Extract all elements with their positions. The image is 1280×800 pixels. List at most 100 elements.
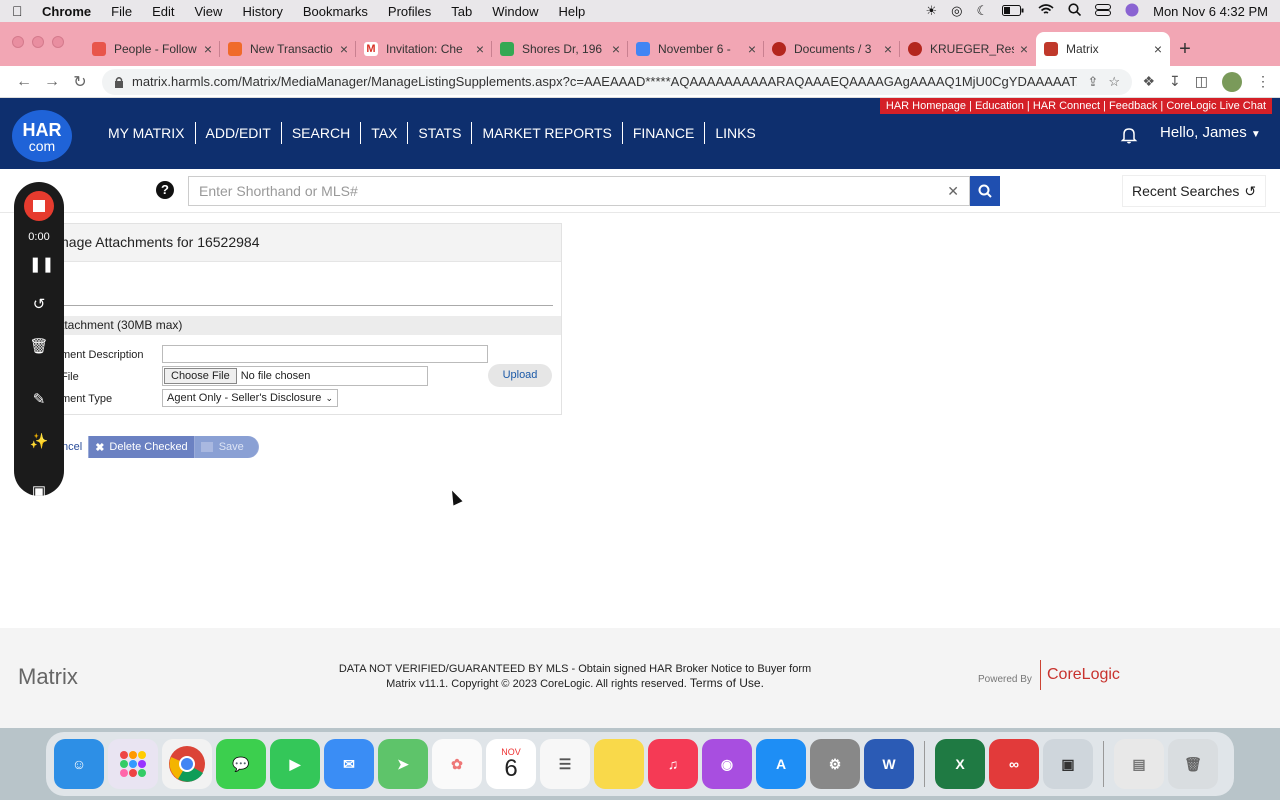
notes-icon[interactable] (594, 739, 644, 789)
notification-bell-icon[interactable] (1120, 126, 1138, 144)
choose-file-button[interactable]: Choose File (164, 368, 237, 384)
reminders-icon[interactable]: ☰ (540, 739, 590, 789)
trash-can-icon[interactable]: 🗑 (1168, 739, 1218, 789)
shorthand-search-input[interactable]: Enter Shorthand or MLS# ✕ (188, 176, 970, 206)
reload-icon[interactable]: ↻ (66, 72, 94, 92)
search-icon[interactable] (1068, 3, 1082, 19)
camera-icon[interactable]: ▣ (29, 482, 49, 502)
side-panel-icon[interactable]: ◫ (1195, 73, 1208, 90)
app-store-icon[interactable]: A (756, 739, 806, 789)
excel-icon[interactable]: X (935, 739, 985, 789)
clock-text[interactable]: Mon Nov 6 4:32 PM (1153, 4, 1268, 19)
tab-krueger[interactable]: KRUEGER_Res × (900, 32, 1036, 66)
file-input[interactable]: Choose File No file chosen (162, 366, 428, 386)
chrome-menu-icon[interactable]: ⋮ (1256, 73, 1270, 90)
profile-avatar[interactable] (1222, 71, 1242, 92)
save-button[interactable]: Save (194, 436, 259, 458)
tab-documents[interactable]: Documents / 3 × (764, 32, 900, 66)
nav-my-matrix[interactable]: MY MATRIX (98, 122, 196, 144)
messages-icon[interactable]: 💬 (216, 739, 266, 789)
calendar-icon[interactable]: NOV 6 (486, 739, 536, 789)
nav-tax[interactable]: TAX (361, 122, 409, 144)
tab-new-transaction[interactable]: New Transactio × (220, 32, 356, 66)
menu-profiles[interactable]: Profiles (388, 4, 431, 19)
extensions-icon[interactable]: ❖ (1142, 73, 1155, 90)
preview-icon[interactable]: ▣ (1043, 739, 1093, 789)
podcasts-icon[interactable]: ◉ (702, 739, 752, 789)
terms-of-use-link[interactable]: Terms of Use. (690, 676, 764, 690)
menu-window[interactable]: Window (492, 4, 538, 19)
nav-finance[interactable]: FINANCE (623, 122, 706, 144)
word-icon[interactable]: W (864, 739, 914, 789)
menu-help[interactable]: Help (559, 4, 586, 19)
minimize-window-button[interactable] (32, 36, 44, 48)
bookmark-star-icon[interactable]: ☆ (1108, 74, 1120, 90)
address-bar[interactable]: matrix.harmls.com/Matrix/MediaManager/Ma… (102, 68, 1132, 95)
moon-icon[interactable]: ☾ (976, 3, 988, 19)
launchpad-icon[interactable] (108, 739, 158, 789)
finder-icon[interactable]: ☺ (54, 739, 104, 789)
tab-close-icon[interactable]: × (884, 41, 892, 57)
effects-icon[interactable]: ✨ (29, 432, 49, 452)
nav-links[interactable]: LINKS (705, 122, 765, 144)
creative-cloud-icon[interactable]: ∞ (989, 739, 1039, 789)
nav-add-edit[interactable]: ADD/EDIT (196, 122, 282, 144)
delete-checked-button[interactable]: ✖ Delete Checked (89, 436, 195, 458)
control-center-icon[interactable] (1095, 3, 1112, 19)
tab-gmail-invitation[interactable]: M Invitation: Che × (356, 32, 492, 66)
tab-close-icon[interactable]: × (340, 41, 348, 57)
tab-close-icon[interactable]: × (476, 41, 484, 57)
nav-search[interactable]: SEARCH (282, 122, 362, 144)
photos-icon[interactable]: ✿ (432, 739, 482, 789)
har-top-links[interactable]: HAR Homepage | Education | HAR Connect |… (879, 98, 1272, 114)
pen-icon[interactable]: ✎ (29, 390, 49, 410)
attachment-type-select[interactable]: Agent Only - Seller's Disclosure ⌄ (162, 389, 338, 407)
attachment-description-input[interactable] (162, 345, 488, 363)
facetime-icon[interactable]: ▶ (270, 739, 320, 789)
trash-icon[interactable]: 🗑 (29, 337, 49, 357)
search-button[interactable] (970, 176, 1000, 206)
nav-stats[interactable]: STATS (408, 122, 473, 144)
forward-icon[interactable]: → (38, 73, 66, 91)
user-greeting-dropdown[interactable]: Hello, James ▼ (1160, 124, 1261, 141)
tab-close-icon[interactable]: × (1020, 41, 1028, 57)
nav-market-reports[interactable]: MARKET REPORTS (472, 122, 623, 144)
downloads-stack-icon[interactable]: ▤ (1114, 739, 1164, 789)
maps-icon[interactable]: ➤ (378, 739, 428, 789)
menu-edit[interactable]: Edit (152, 4, 174, 19)
menu-history[interactable]: History (242, 4, 282, 19)
wifi-icon[interactable] (1038, 3, 1054, 19)
tab-close-icon[interactable]: × (748, 41, 756, 57)
system-settings-icon[interactable]: ⚙ (810, 739, 860, 789)
tab-people[interactable]: People - Follow × (84, 32, 220, 66)
screen-record-icon[interactable]: ◎ (951, 3, 962, 19)
brightness-icon[interactable]: ☀ (925, 3, 937, 19)
chrome-icon[interactable] (162, 739, 212, 789)
menu-tab[interactable]: Tab (451, 4, 472, 19)
download-icon[interactable]: ↧ (1169, 73, 1181, 90)
share-icon[interactable]: ⇪ (1087, 74, 1098, 90)
back-icon[interactable]: ← (10, 73, 38, 91)
menu-bookmarks[interactable]: Bookmarks (303, 4, 368, 19)
apple-icon[interactable]:  (12, 3, 28, 19)
upload-button[interactable]: Upload (488, 364, 552, 387)
mail-icon[interactable]: ✉ (324, 739, 374, 789)
close-window-button[interactable] (12, 36, 24, 48)
pause-icon[interactable]: ❚❚ (29, 255, 54, 275)
battery-icon[interactable] (1002, 4, 1024, 19)
tab-matrix-active[interactable]: Matrix × (1036, 32, 1170, 66)
menu-app-chrome[interactable]: Chrome (42, 4, 91, 19)
tab-google-drive[interactable]: Shores Dr, 196 × (492, 32, 628, 66)
tab-close-icon[interactable]: × (1154, 41, 1162, 57)
restart-icon[interactable]: ↺ (29, 295, 49, 315)
new-tab-button[interactable]: + (1170, 32, 1200, 66)
clear-search-icon[interactable]: ✕ (947, 183, 959, 200)
stop-recording-button[interactable] (24, 191, 54, 221)
help-icon[interactable]: ? (156, 181, 174, 199)
tab-google-docs[interactable]: November 6 - × (628, 32, 764, 66)
tab-close-icon[interactable]: × (204, 41, 212, 57)
recent-searches-button[interactable]: Recent Searches ↺ (1122, 175, 1266, 207)
har-logo[interactable]: HAR com (12, 110, 72, 162)
tab-close-icon[interactable]: × (612, 41, 620, 57)
menu-view[interactable]: View (194, 4, 222, 19)
